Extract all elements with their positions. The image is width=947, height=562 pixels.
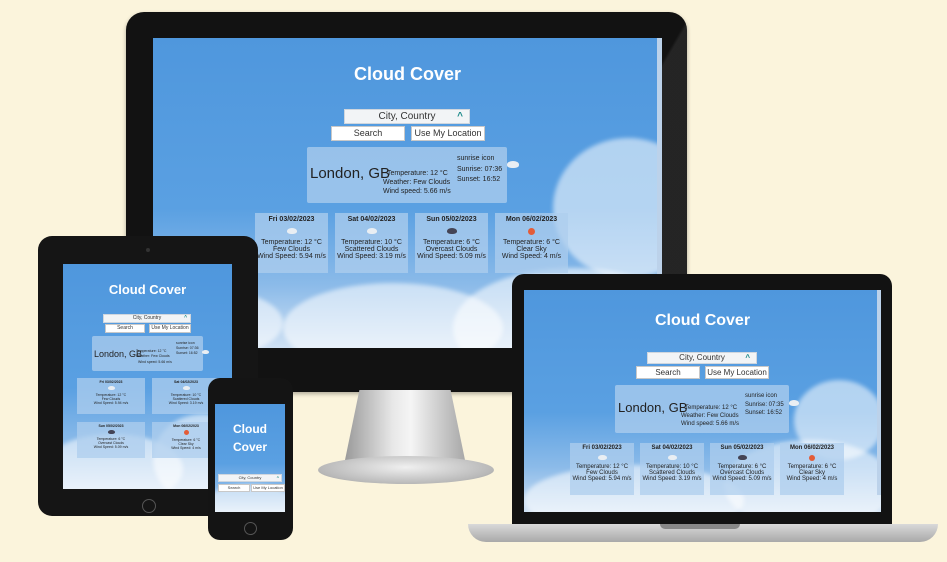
- sunrise-time: Sunrise: 07:36: [457, 166, 503, 173]
- monitor-stand-base: [318, 456, 494, 484]
- few-clouds-icon: [597, 455, 607, 460]
- few-clouds-icon: [789, 400, 799, 406]
- current-weather-card: London, GB Temperature: 12 °C Weather: F…: [615, 385, 799, 433]
- app-title: Cloud Cover: [108, 282, 187, 297]
- forecast-card: Mon 06/02/2023 Temperature: 6 °C Clear Sk…: [780, 443, 844, 495]
- forecast-card: Sat 04/02/2023 Temperature: 10 °C Scatte…: [335, 213, 408, 273]
- forecast-card: Fri 03/02/2023 Temperature: 12 °C Few Cl…: [255, 213, 328, 273]
- city-select[interactable]: City, Country ^: [647, 352, 757, 364]
- scattered-clouds-icon: [366, 228, 377, 234]
- current-weather-card: London, GB Temperature: 12 °C Weather: F…: [307, 147, 519, 203]
- current-weather: Weather: Few Clouds: [383, 179, 451, 186]
- chevron-up-icon: ^: [184, 315, 187, 321]
- current-weather-card: London, GB Temperature: 12 °C Weather: F…: [92, 336, 209, 371]
- clear-sky-icon: [528, 228, 535, 235]
- overcast-clouds-icon: [446, 228, 457, 234]
- city-select-value: City, Country: [378, 111, 436, 122]
- overcast-clouds-icon: [107, 430, 115, 434]
- sunrise-icon: sunrise icon: [457, 155, 495, 162]
- use-location-button[interactable]: Use My Location: [149, 324, 191, 333]
- forecast-card: Mon 06/02/2023 Temperature: 6 °C Clear S…: [495, 213, 568, 273]
- few-clouds-icon: [107, 386, 115, 390]
- clear-sky-icon: [809, 455, 815, 461]
- overcast-clouds-icon: [737, 455, 747, 460]
- phone-screen: Cloud Cover City, Country ^ Search Use My…: [215, 404, 285, 512]
- sunset-time: Sunset: 16:52: [457, 176, 501, 183]
- clear-sky-icon: [183, 430, 189, 435]
- laptop-screen: Cloud Cover City, Country ^ Search Use My…: [524, 290, 881, 512]
- city-select[interactable]: City, Country ^: [344, 109, 470, 124]
- use-location-button[interactable]: Use My Location: [705, 366, 769, 379]
- app-title-line1: Cloud: [233, 422, 267, 436]
- forecast-card: Fri 03/02/2023 Temperature: 12 °C Few Clo…: [570, 443, 634, 495]
- app-title: Cloud Cover: [353, 64, 461, 84]
- search-button[interactable]: Search: [636, 366, 700, 379]
- scattered-clouds-icon: [667, 455, 677, 460]
- search-button[interactable]: Search: [105, 324, 145, 333]
- forecast-card: Sun 05/02/2023 Temperature: 6 °C Overcast…: [710, 443, 774, 495]
- scattered-clouds-icon: [182, 386, 190, 390]
- current-temperature: Temperature: 12 °C: [387, 170, 448, 177]
- use-location-button[interactable]: Use My Location: [411, 126, 485, 141]
- app-title-line2: Cover: [232, 440, 267, 454]
- search-button[interactable]: Search: [331, 126, 405, 141]
- forecast-card: Sun 05/02/2023 Temperature: 6 °C Overcast…: [77, 422, 145, 458]
- search-button[interactable]: Search: [218, 484, 250, 492]
- few-clouds-icon: [202, 350, 209, 354]
- forecast-card: Sun 05/02/2023 Temperature: 6 °C Overcas…: [415, 213, 488, 273]
- city-select[interactable]: City, Country ^: [103, 314, 191, 323]
- current-city: London, GB: [310, 165, 391, 182]
- chevron-up-icon: ^: [276, 475, 279, 480]
- few-clouds-icon: [286, 228, 297, 234]
- chevron-up-icon: ^: [457, 111, 463, 122]
- forecast-card: Sat 04/02/2023 Temperature: 10 °C Scatter…: [640, 443, 704, 495]
- few-clouds-icon: [507, 161, 519, 168]
- app-title: Cloud Cover: [654, 312, 751, 329]
- monitor-stand: [345, 390, 465, 460]
- chevron-up-icon: ^: [745, 353, 750, 362]
- tablet-screen: Cloud Cover City, Country ^ Search Use My…: [63, 264, 232, 489]
- forecast-card: Fri 03/02/2023 Temperature: 12 °C Few Clo…: [77, 378, 145, 414]
- current-wind: Wind speed: 5.66 m/s: [383, 188, 451, 195]
- use-location-button[interactable]: Use My Location: [251, 484, 285, 492]
- city-select[interactable]: City, Country ^: [218, 474, 282, 482]
